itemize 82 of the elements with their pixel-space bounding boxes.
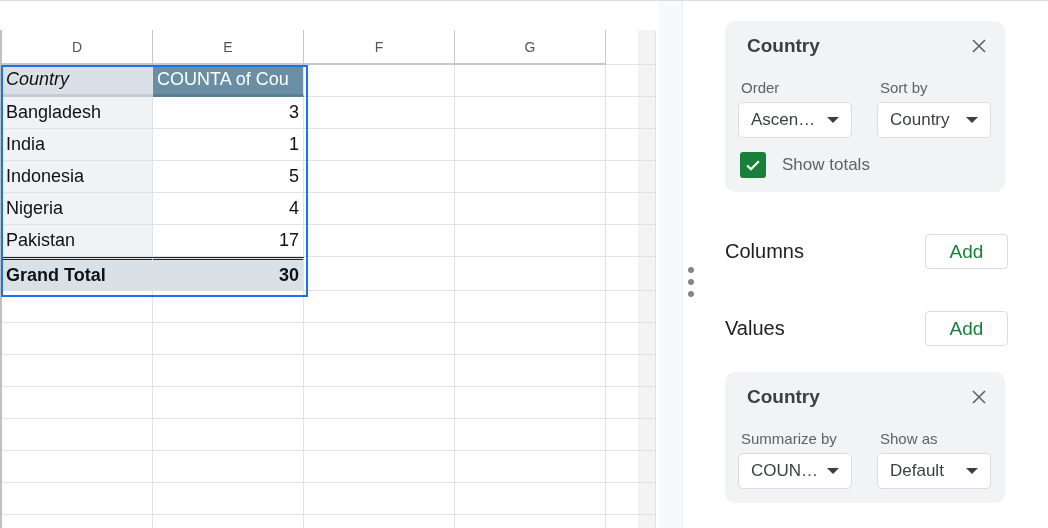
table-cell[interactable] bbox=[304, 257, 455, 291]
table-cell[interactable] bbox=[606, 291, 656, 323]
field-label: Summarize by bbox=[740, 430, 838, 447]
table-cell: 30 bbox=[153, 257, 304, 291]
table-cell[interactable] bbox=[153, 323, 304, 355]
table-cell[interactable] bbox=[606, 129, 656, 161]
dropdown[interactable]: Ascen… bbox=[738, 102, 852, 138]
table-cell: Grand Total bbox=[2, 257, 153, 291]
table-cell[interactable] bbox=[304, 291, 455, 323]
table-cell[interactable] bbox=[2, 387, 153, 419]
table-cell[interactable] bbox=[304, 161, 455, 193]
table-cell: COUNTA of Cou bbox=[153, 65, 304, 97]
table-cell: 1 bbox=[153, 129, 304, 161]
table-cell[interactable] bbox=[304, 129, 455, 161]
table-cell: Country bbox=[2, 65, 153, 97]
card-title: Country bbox=[747, 386, 820, 408]
drag-handle-icon[interactable] bbox=[688, 267, 694, 297]
add-button[interactable]: Add bbox=[925, 234, 1008, 269]
table-cell[interactable] bbox=[304, 355, 455, 387]
table-cell[interactable] bbox=[2, 323, 153, 355]
table-cell[interactable] bbox=[153, 483, 304, 515]
table-cell[interactable] bbox=[304, 451, 455, 483]
table-cell[interactable] bbox=[606, 483, 656, 515]
table-cell: Indonesia bbox=[2, 161, 153, 193]
close-icon[interactable] bbox=[972, 39, 986, 53]
column-header[interactable] bbox=[606, 30, 656, 65]
table-cell[interactable] bbox=[304, 483, 455, 515]
close-icon[interactable] bbox=[972, 390, 986, 404]
section-label: Values bbox=[725, 317, 785, 340]
table-cell: 5 bbox=[153, 161, 304, 193]
caret-icon bbox=[827, 117, 839, 123]
table-cell[interactable] bbox=[2, 419, 153, 451]
section-label: Columns bbox=[725, 240, 804, 263]
field-label: Sort by bbox=[879, 79, 929, 96]
table-cell: India bbox=[2, 129, 153, 161]
table-cell[interactable] bbox=[606, 161, 656, 193]
dropdown[interactable]: Country bbox=[877, 102, 991, 138]
column-header[interactable]: F bbox=[304, 30, 455, 65]
card-title: Country bbox=[747, 35, 820, 57]
table-cell[interactable] bbox=[606, 225, 656, 257]
checkbox-label: Show totals bbox=[782, 155, 870, 175]
add-button[interactable]: Add bbox=[925, 311, 1008, 346]
table-cell[interactable] bbox=[304, 65, 455, 97]
table-cell[interactable] bbox=[153, 419, 304, 451]
table-cell[interactable] bbox=[304, 225, 455, 257]
table-cell[interactable] bbox=[2, 291, 153, 323]
table-cell[interactable] bbox=[606, 419, 656, 451]
caret-icon bbox=[966, 468, 978, 474]
table-cell[interactable] bbox=[606, 451, 656, 483]
table-cell: 3 bbox=[153, 97, 304, 129]
field-label: Show as bbox=[879, 430, 939, 447]
table-cell[interactable] bbox=[2, 483, 153, 515]
table-cell[interactable] bbox=[304, 193, 455, 225]
column-header[interactable]: E bbox=[153, 30, 304, 65]
table-cell[interactable] bbox=[304, 387, 455, 419]
table-cell[interactable] bbox=[606, 65, 656, 97]
table-cell[interactable] bbox=[153, 387, 304, 419]
table-cell[interactable] bbox=[606, 97, 656, 129]
caret-icon bbox=[966, 117, 978, 123]
checkbox[interactable] bbox=[740, 152, 766, 178]
table-cell[interactable] bbox=[606, 323, 656, 355]
table-cell: Bangladesh bbox=[2, 97, 153, 129]
table-cell[interactable] bbox=[606, 257, 656, 291]
table-cell[interactable] bbox=[606, 387, 656, 419]
table-cell[interactable] bbox=[153, 451, 304, 483]
table-cell: 4 bbox=[153, 193, 304, 225]
table-cell: Nigeria bbox=[2, 193, 153, 225]
table-cell[interactable] bbox=[304, 97, 455, 129]
table-cell[interactable] bbox=[304, 323, 455, 355]
caret-icon bbox=[827, 468, 839, 474]
column-header[interactable]: D bbox=[2, 30, 153, 65]
table-cell: Pakistan bbox=[2, 225, 153, 257]
table-cell[interactable] bbox=[153, 355, 304, 387]
table-cell[interactable] bbox=[606, 193, 656, 225]
field-label: Order bbox=[740, 79, 781, 96]
dropdown[interactable]: Default bbox=[877, 453, 991, 489]
table-cell[interactable] bbox=[606, 355, 656, 387]
dropdown[interactable]: COUN… bbox=[738, 453, 852, 489]
table-cell[interactable] bbox=[153, 291, 304, 323]
table-cell[interactable] bbox=[2, 355, 153, 387]
table-cell[interactable] bbox=[2, 451, 153, 483]
table-cell[interactable] bbox=[304, 419, 455, 451]
